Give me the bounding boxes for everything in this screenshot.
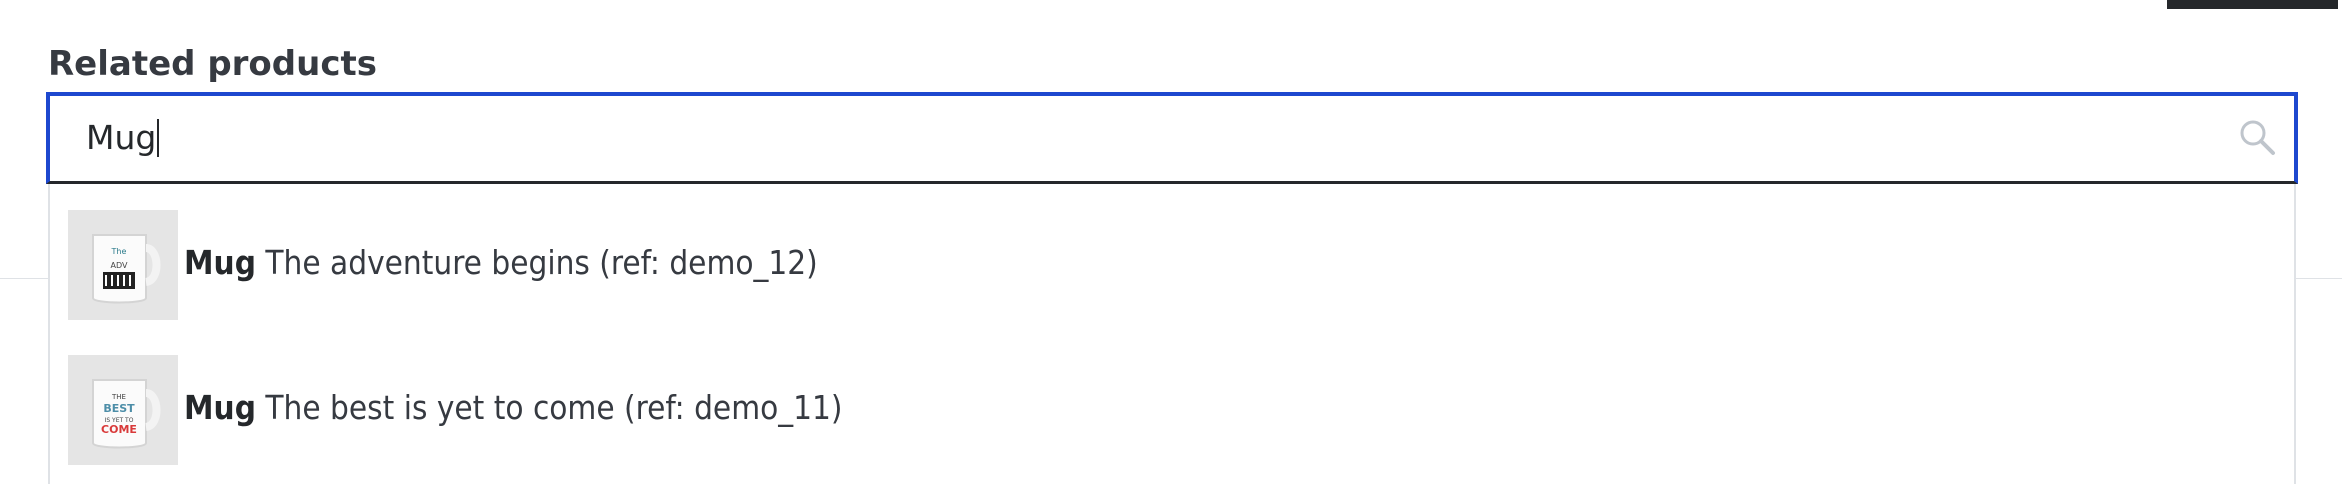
related-products-search-input[interactable]: Mug	[46, 92, 2298, 184]
page-header-button[interactable]	[2167, 0, 2338, 9]
search-result-item[interactable]: The ADV Mug The adventure begins (ref: d…	[68, 210, 2268, 322]
mug-best-image: THE BEST IS YET TO COME	[68, 355, 178, 465]
search-result-item[interactable]: THE BEST IS YET TO COME Mug The best is …	[68, 355, 2268, 467]
search-icon[interactable]	[2236, 116, 2280, 160]
text-caret	[157, 119, 160, 157]
mug-adventure-image: The ADV	[68, 210, 178, 320]
result-product-name: Mug	[184, 388, 256, 427]
related-products-label: Related products	[48, 44, 377, 84]
svg-text:The: The	[111, 247, 127, 256]
svg-text:THE: THE	[111, 393, 126, 401]
result-product-name: Mug	[184, 243, 256, 282]
svg-text:ADV: ADV	[111, 261, 128, 270]
search-result-label[interactable]: Mug The best is yet to come (ref: demo_1…	[184, 386, 843, 430]
section-divider-right	[2295, 278, 2342, 279]
search-result-label[interactable]: Mug The adventure begins (ref: demo_12)	[184, 241, 818, 285]
svg-text:COME: COME	[101, 423, 137, 436]
mug-best-thumbnail: THE BEST IS YET TO COME	[68, 355, 178, 465]
mug-adventure-thumbnail: The ADV	[68, 210, 178, 320]
result-product-description: The best is yet to come (ref: demo_11)	[265, 388, 843, 427]
search-input-value[interactable]: Mug	[86, 116, 160, 160]
search-results-dropdown: The ADV Mug The adventure begins (ref: d…	[48, 184, 2296, 484]
svg-text:BEST: BEST	[103, 402, 135, 415]
search-input-text: Mug	[86, 118, 157, 157]
section-divider-left	[0, 278, 48, 279]
result-product-description: The adventure begins (ref: demo_12)	[265, 243, 818, 282]
